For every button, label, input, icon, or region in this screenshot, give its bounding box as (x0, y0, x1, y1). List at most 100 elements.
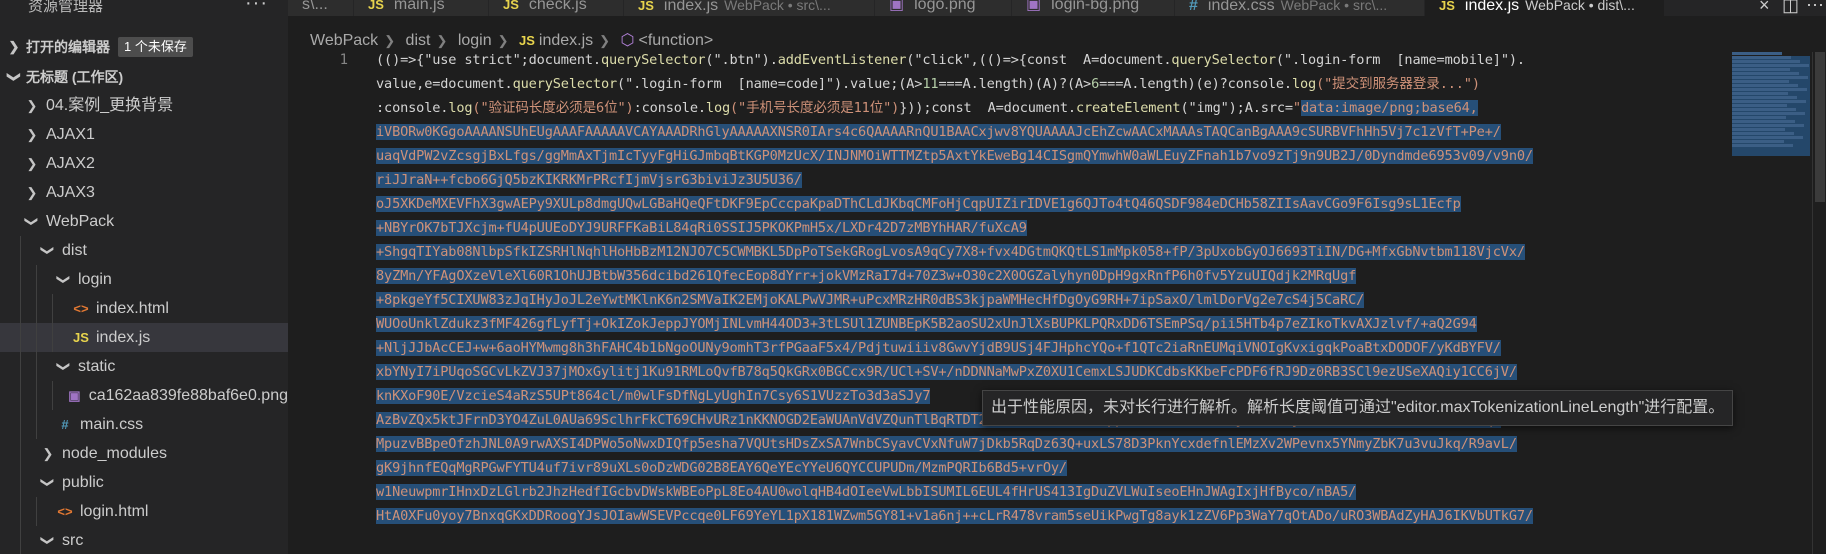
minimap-line (1732, 68, 1790, 71)
tab-index-js-src[interactable]: JS index.js WebPack • src\... (624, 0, 875, 16)
vertical-scrollbar[interactable] (1812, 52, 1826, 554)
explorer-title: 资源管理器 ··· (0, 0, 288, 15)
breadcrumb-item[interactable]: dist (406, 32, 431, 49)
image-file-icon: ▣ (889, 0, 905, 13)
indent-guide (20, 497, 21, 526)
tree-item-label: main.css (80, 416, 144, 433)
tree-item[interactable]: ❯ dist (0, 236, 288, 265)
minimap-line (1732, 88, 1807, 91)
indent-guide (20, 439, 21, 468)
chevron-right-icon: ❯ (26, 185, 38, 200)
minimap-line (1732, 108, 1796, 111)
tree-item-label: src (62, 532, 84, 549)
code-token: :console. (376, 100, 449, 116)
code-token: :console. (633, 100, 706, 116)
minimap-line (1732, 92, 1788, 95)
chevron-down-icon: ❯ (56, 274, 72, 285)
file-tree: ❯ 04.案例_更换背景 ❯ AJAX1 ❯ AJAX2 ❯ AJAX3 ❯ WebPack ❯ di… (0, 91, 288, 554)
indent-guide (36, 410, 37, 439)
tree-item[interactable]: ❯ login (0, 265, 288, 294)
code-editor[interactable]: 1 (()=>{"use strict";document.querySelec… (288, 52, 1728, 554)
split-editor-icon[interactable]: ◫ (1782, 0, 1799, 16)
css-file-icon: # (61, 417, 69, 432)
tree-item[interactable]: ❯ node_modules (0, 439, 288, 468)
tree-item[interactable]: <> index.html (0, 294, 288, 323)
unsaved-badge: 1 个未保存 (118, 37, 193, 57)
minimap-line (1732, 112, 1805, 115)
indent-guide (20, 381, 21, 410)
tree-item[interactable]: ❯ WebPack (0, 207, 288, 236)
code-line: +NBYrOK7bTJXcjm+fU4pUUEoDYJ9URFFKaBiL84q… (376, 216, 1728, 240)
tab-login-bg-png[interactable]: ▣ login-bg.png (1012, 0, 1175, 16)
code-token: (".login-form [name=mobile]"). (1275, 52, 1525, 68)
js-file-icon: JS (503, 0, 519, 12)
tree-item[interactable]: ❯ src (0, 526, 288, 554)
tab-logo-png[interactable]: ▣ logo.png (875, 0, 1012, 16)
scrollbar-thumb[interactable] (1815, 52, 1825, 202)
more-actions-icon[interactable]: ⋯ (1806, 0, 1824, 16)
tree-item-label: AJAX2 (46, 155, 95, 172)
tab-description: WebPack • src\... (1280, 0, 1388, 13)
image-file-icon: ▣ (68, 388, 81, 403)
tab-check-js[interactable]: JS check.js (489, 0, 624, 16)
tree-item[interactable]: <> login.html (0, 497, 288, 526)
code-line: :console.log("验证码长度必须是6位"):console.log("… (376, 96, 1728, 120)
tab-main-js[interactable]: JS main.js (354, 0, 489, 16)
minimap-line (1732, 140, 1784, 143)
minimap-line (1732, 96, 1797, 99)
html-file-icon: <> (57, 504, 73, 519)
indent-guide (20, 410, 21, 439)
code-line: iVBORw0KGgoAAAANSUhEUgAAAFAAAAAVCAYAAADR… (376, 120, 1728, 144)
breadcrumb-item[interactable]: WebPack (310, 32, 378, 49)
indent-guide (52, 294, 53, 323)
code-token: value,e=document. (376, 76, 513, 92)
selected-code-token: uaqVdPW2vZcsgjBxLfgs/ggMmAxTjmIcTyyFgHiG… (376, 148, 1533, 164)
tab-index-css[interactable]: # index.css WebPack • src\... (1175, 0, 1425, 16)
tree-item[interactable]: ❯ 04.案例_更换背景 (0, 91, 288, 120)
code-area[interactable]: (()=>{"use strict";document.querySelecto… (376, 52, 1728, 528)
breadcrumb-item[interactable]: <function> (638, 32, 713, 49)
indent-guide (36, 294, 37, 323)
minimap-line (1732, 84, 1798, 87)
css-file-icon: # (1189, 0, 1198, 14)
breadcrumb-item[interactable]: login (458, 32, 492, 49)
tree-item[interactable]: JS index.js (0, 323, 288, 352)
tab-label: check.js (528, 0, 587, 13)
tree-item[interactable]: ❯ AJAX2 (0, 149, 288, 178)
code-line: xbYNyI7iPUqoSGCvLkZVJ37jMOxGylitj1Ku91RM… (376, 360, 1728, 384)
minimap-line (1732, 60, 1800, 63)
minimap[interactable] (1728, 52, 1812, 554)
code-token: log (1291, 76, 1317, 92)
code-token: querySelector (1171, 52, 1276, 68)
minimap-line (1732, 128, 1785, 131)
tab-label: index.css (1207, 0, 1275, 14)
tree-item[interactable]: ❯ AJAX3 (0, 178, 288, 207)
chevron-down-icon: ❯ (7, 71, 22, 83)
code-token: ("click",(()=>{const A=document. (906, 52, 1172, 68)
code-token: (".btn"). (705, 52, 778, 68)
tree-item[interactable]: ❯ AJAX1 (0, 120, 288, 149)
code-line: uaqVdPW2vZcsgjBxLfgs/ggMmAxTjmIcTyyFgHiG… (376, 144, 1728, 168)
breadcrumb-item[interactable]: index.js (539, 32, 593, 49)
tab-label: index.js (663, 0, 719, 14)
minimap-line (1732, 120, 1795, 123)
ellipsis-icon[interactable]: ··· (245, 0, 268, 13)
selected-code-token: +ShgqTIYab08NlbpSfkIZSRHlNqhlHoHbBzM12NJ… (376, 244, 1525, 260)
tab-0[interactable]: s\... (288, 0, 354, 16)
code-line: value,e=document.querySelector(".login-f… (376, 72, 1728, 96)
minimap-line (1732, 56, 1791, 59)
indent-guide (36, 352, 37, 381)
code-line: 8yZMn/YFAgOXzeVleXl60R1OhUJBtbW356dcibd2… (376, 264, 1728, 288)
tree-item[interactable]: # main.css (0, 410, 288, 439)
code-token: 6 (1091, 76, 1100, 92)
open-editors-header[interactable]: ❯ 打开的编辑器 1 个未保存 (0, 33, 288, 61)
tree-item[interactable]: ▣ ca162aa839fe88baf6e0.png (0, 381, 288, 410)
tree-item[interactable]: ❯ static (0, 352, 288, 381)
selected-code-token: +NljJJbAcCEJ+w+6aoHYMwmg8h3hFAHC4b1bNgoO… (376, 340, 1501, 356)
indent-guide (36, 265, 37, 294)
tab-index-js-dist[interactable]: JS index.js WebPack • dist\... (1425, 0, 1665, 16)
workspace-header[interactable]: ❯ 无标题 (工作区) (0, 63, 288, 91)
close-icon[interactable]: × (1759, 0, 1770, 16)
tree-item-label: 04.案例_更换背景 (46, 97, 174, 114)
tree-item[interactable]: ❯ public (0, 468, 288, 497)
